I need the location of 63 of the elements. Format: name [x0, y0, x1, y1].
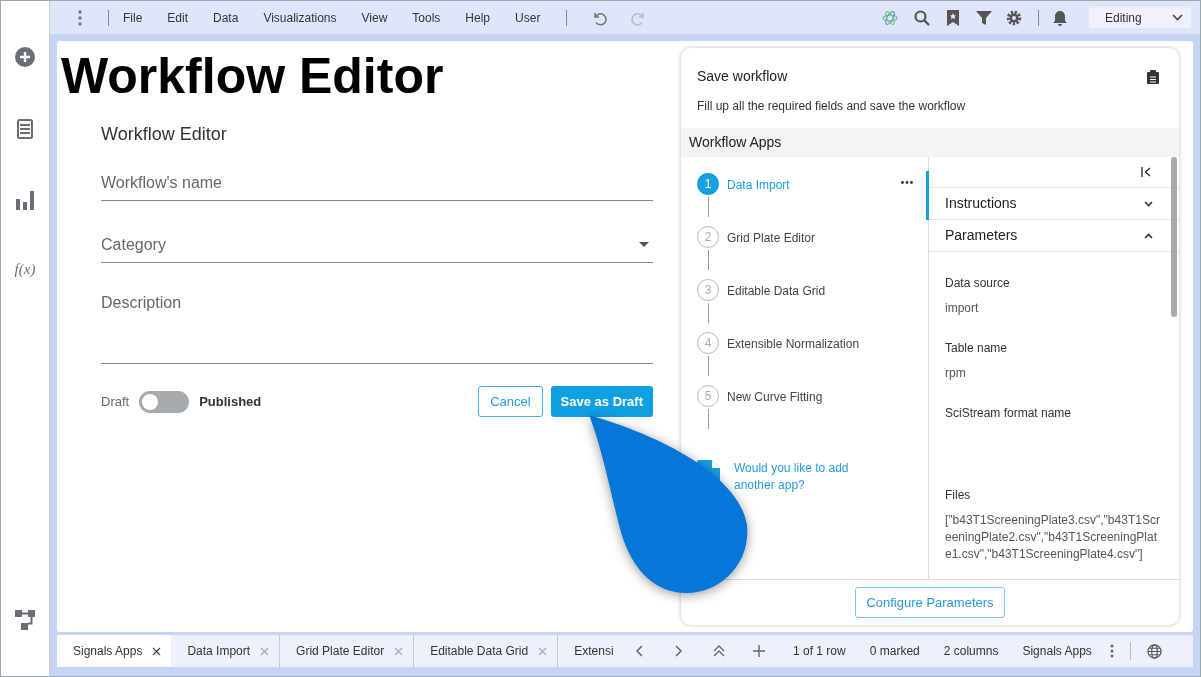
status-text: 2 columns: [943, 643, 999, 660]
parameter-value: import: [945, 300, 980, 317]
step-label[interactable]: Editable Data Grid: [727, 282, 826, 300]
status-text: Signals Apps: [1022, 643, 1092, 660]
menu-item[interactable]: File: [123, 8, 143, 27]
document-tab[interactable]: Data Import: [171, 635, 281, 667]
form-title: Workflow Editor: [101, 123, 228, 146]
menu-item[interactable]: Visualizations: [263, 8, 337, 27]
description-field[interactable]: Description: [101, 291, 653, 364]
parameter-label: Table name: [945, 340, 1009, 357]
search-icon[interactable]: [914, 9, 930, 26]
caret-icon: [639, 242, 649, 247]
parameter-value: ["b43T1ScreeningPlate3.csv","b43T1ScreeningPlate2.csv","b43T1ScreeningPlate1.csv","b43T1ScreeningPlate4.csv"]: [945, 512, 1161, 563]
chevron-down-icon: [1172, 14, 1183, 21]
bar-chart-icon[interactable]: [16, 191, 34, 210]
clipboard-icon[interactable]: [1147, 70, 1159, 84]
mode-dropdown[interactable]: Editing: [1089, 7, 1191, 28]
draft-label: Draft: [101, 392, 130, 411]
parameter-label: SciStream format name: [945, 405, 1073, 422]
document-tab[interactable]: Editable Data Grid: [414, 635, 559, 667]
chevron-down-icon: [1144, 200, 1153, 207]
bell-icon[interactable]: [1053, 9, 1067, 26]
panel-title: Save workflow: [697, 67, 789, 86]
previous-icon[interactable]: [635, 645, 643, 657]
hierarchy-icon[interactable]: [15, 610, 35, 630]
step-label[interactable]: Extensible Normalization: [727, 335, 860, 353]
status-text: 1 of 1 row: [793, 643, 846, 660]
document-tab[interactable]: Extensi: [558, 635, 615, 667]
menu-item[interactable]: Tools: [412, 8, 441, 27]
collapse-icon[interactable]: [1141, 167, 1151, 177]
parameter-label: Files: [945, 487, 972, 504]
page-title: Workflow Editor: [61, 47, 445, 101]
bookmark-icon[interactable]: [946, 9, 960, 26]
chevron-up-icon: [1144, 232, 1153, 239]
more-icon[interactable]: [901, 181, 913, 184]
add-icon[interactable]: [753, 645, 765, 657]
settings-icon[interactable]: [1006, 9, 1022, 26]
next-icon[interactable]: [675, 645, 683, 657]
menu-item[interactable]: User: [515, 8, 541, 27]
function-icon[interactable]: f(x): [14, 258, 36, 281]
close-icon[interactable]: [152, 646, 162, 656]
menu-item[interactable]: Edit: [167, 8, 189, 27]
section-header: Workflow Apps: [681, 128, 1179, 157]
document-tab[interactable]: Signals Apps: [57, 635, 172, 667]
menu-item[interactable]: Data: [213, 8, 239, 27]
double-chevron-up-icon[interactable]: [713, 645, 725, 657]
parameter-label: Data source: [945, 275, 1011, 292]
published-label: Published: [199, 392, 262, 411]
document-tab[interactable]: Grid Plate Editor: [280, 635, 415, 667]
menu-item[interactable]: View: [361, 8, 388, 27]
filter-icon[interactable]: [976, 9, 992, 26]
name-field[interactable]: Workflow's name: [101, 166, 653, 201]
step-label[interactable]: New Curve Fitting: [727, 388, 823, 406]
category-dropdown[interactable]: Category: [101, 227, 653, 263]
step-label[interactable]: Grid Plate Editor: [727, 229, 816, 247]
add-icon[interactable]: [15, 47, 35, 67]
globe-icon[interactable]: [1146, 643, 1162, 659]
table-icon[interactable]: [17, 119, 33, 139]
publish-toggle[interactable]: [139, 390, 190, 413]
panel-subtitle: Fill up all the required fields and save the workflow: [697, 98, 966, 115]
status-text: 0 marked: [869, 643, 920, 660]
menu-item[interactable]: Help: [465, 8, 491, 27]
parameter-value: rpm: [945, 365, 967, 382]
